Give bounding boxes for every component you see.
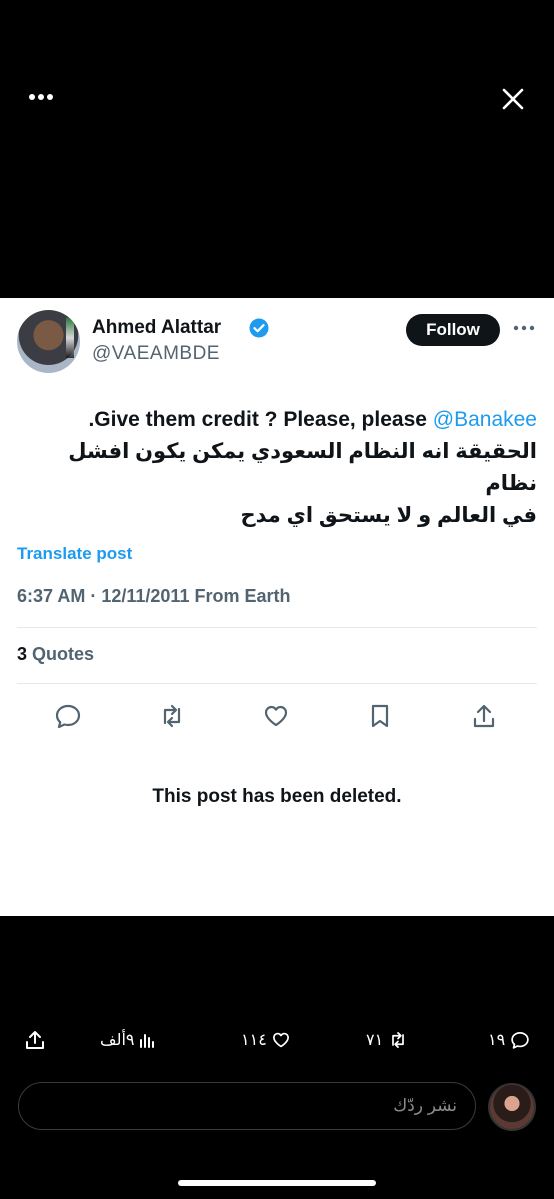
verified-badge-icon	[249, 318, 269, 338]
reposts-stat[interactable]: ٧١	[366, 1028, 409, 1052]
post-text-line1: .Give them credit ? Please, please	[88, 408, 433, 431]
author-handle[interactable]: @VAEAMBDE	[92, 343, 220, 365]
close-icon[interactable]	[498, 84, 528, 114]
post-timestamp: 6:37 AM · 12/11/2011 From Earth	[17, 586, 291, 606]
replies-stat[interactable]: ١٩	[488, 1028, 531, 1052]
reply-icon[interactable]	[54, 702, 82, 730]
likes-stat[interactable]: ١١٤	[241, 1028, 291, 1052]
top-bar	[0, 0, 554, 298]
repost-icon	[387, 1030, 409, 1050]
replies-count: ١٩	[488, 1032, 506, 1049]
repost-icon[interactable]	[158, 702, 186, 730]
follow-button[interactable]: Follow	[406, 314, 500, 346]
quotes-number: 3	[17, 644, 28, 664]
post-more-icon[interactable]	[512, 323, 536, 333]
bottom-stats-bar: ٩ألف ١١٤ ٧١ ١٩	[0, 1020, 554, 1062]
divider	[17, 683, 537, 684]
reply-placeholder: نشر ردّك	[393, 1096, 457, 1115]
translate-link[interactable]: Translate post	[17, 544, 132, 564]
views-count: ٩ألف	[100, 1032, 135, 1049]
reposts-count: ٧١	[366, 1032, 384, 1049]
action-bar	[0, 698, 554, 734]
like-icon[interactable]	[262, 702, 290, 730]
deleted-notice: This post has been deleted.	[152, 786, 402, 807]
post-text-arabic-2: في العالم و لا يستحق اي مدح	[240, 504, 537, 527]
divider	[17, 627, 537, 628]
views-stat[interactable]: ٩ألف	[100, 1028, 156, 1052]
share-icon[interactable]	[24, 1028, 46, 1052]
author-avatar[interactable]	[17, 310, 80, 373]
reply-icon	[509, 1030, 531, 1050]
mention-link[interactable]: @Banakee	[433, 408, 537, 431]
quotes-count[interactable]: 3 Quotes	[17, 644, 94, 665]
share-icon[interactable]	[470, 702, 498, 730]
post-card: Ahmed Alattar @VAEAMBDE Follow .Give the…	[0, 298, 554, 916]
user-avatar[interactable]	[488, 1083, 536, 1131]
reply-input[interactable]: نشر ردّك	[18, 1082, 476, 1130]
likes-count: ١١٤	[241, 1032, 267, 1049]
like-icon	[271, 1030, 291, 1050]
author-name[interactable]: Ahmed Alattar	[92, 317, 221, 339]
bookmark-icon[interactable]	[366, 702, 394, 730]
views-icon	[138, 1031, 156, 1049]
home-indicator[interactable]	[178, 1180, 376, 1186]
post-text: .Give them credit ? Please, please @Bana…	[17, 404, 537, 532]
quotes-label: Quotes	[32, 644, 95, 664]
ellipsis-icon[interactable]	[26, 84, 56, 110]
post-text-arabic-1: الحقيقة انه النظام السعودي يمكن يكون افش…	[68, 440, 537, 495]
